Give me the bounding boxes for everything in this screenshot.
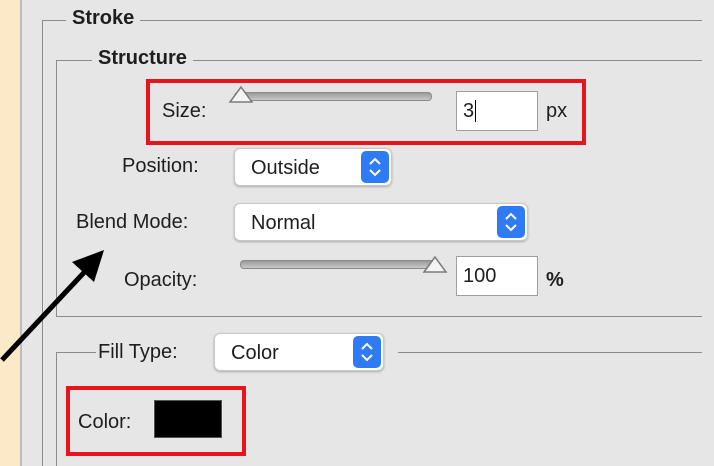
annotation-arrow-icon <box>0 250 104 362</box>
